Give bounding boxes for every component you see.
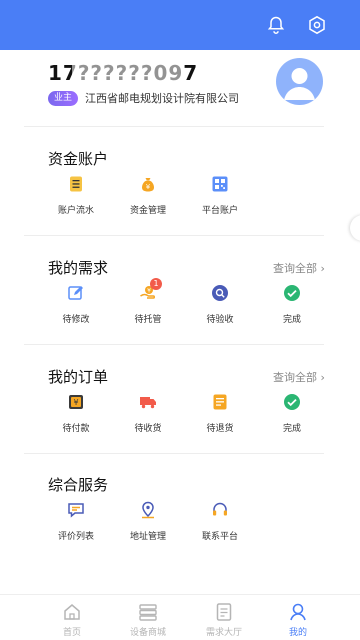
floating-edge-handle[interactable] <box>350 215 360 241</box>
role-badge: 业主 <box>48 91 79 106</box>
orders-item-label: 待退货 <box>206 424 234 434</box>
orders-item-label: 完成 <box>282 424 301 434</box>
tab-label: 需求大厅 <box>205 628 242 638</box>
section-title: 我的订单 <box>48 368 109 386</box>
document-icon <box>214 602 234 622</box>
qr-account-icon <box>211 175 229 193</box>
ledger-icon <box>67 175 85 193</box>
funds-item-label: 资金管理 <box>129 206 166 216</box>
needs-item-label: 待验收 <box>206 315 234 325</box>
location-icon <box>139 501 157 519</box>
needs-query-all-link[interactable]: 查询全部 › <box>273 260 325 276</box>
profile-header: 17??????097 业主 江西省邮电规划设计院有限公司 <box>0 50 360 122</box>
avatar[interactable] <box>276 58 323 105</box>
section-title: 综合服务 <box>48 476 109 494</box>
orders-item-pending-return[interactable]: 待退货 <box>184 393 256 443</box>
orders-item-label: 待付款 <box>62 424 90 434</box>
settings-icon[interactable] <box>305 13 329 37</box>
orders-item-done[interactable]: 完成 <box>256 393 328 443</box>
bell-icon[interactable] <box>264 13 288 37</box>
needs-item-label: 待托管 <box>134 315 162 325</box>
funds-grid: 账户流水 ¥ 资金管理 平台账户 <box>40 175 340 225</box>
section-title: 我的需求 <box>48 259 109 277</box>
return-doc-icon <box>211 393 229 411</box>
orders-item-pending-receive[interactable]: 待收货 <box>112 393 184 443</box>
tab-store[interactable]: 设备商城 <box>110 595 186 640</box>
edit-icon <box>67 284 85 302</box>
phone-mask <box>72 61 182 81</box>
funds-item-label: 平台账户 <box>201 206 238 216</box>
tab-label: 我的 <box>288 628 307 638</box>
needs-grid: 待修改 ¥ 1 待托管 待验收 完成 <box>40 278 340 334</box>
inspect-icon <box>211 284 229 302</box>
orders-item-label: 待收货 <box>134 424 162 434</box>
check-circle-icon <box>283 284 301 302</box>
needs-item-label: 待修改 <box>62 315 90 325</box>
divider <box>24 126 324 127</box>
tab-demand-hall[interactable]: 需求大厅 <box>186 595 262 640</box>
funds-item-label: 账户流水 <box>57 206 94 216</box>
services-grid: 评价列表 地址管理 联系平台 <box>40 501 340 551</box>
svg-text:¥: ¥ <box>73 398 78 407</box>
headset-icon <box>211 501 229 519</box>
divider <box>24 453 324 454</box>
orders-item-pending-pay[interactable]: ¥ 待付款 <box>40 393 112 443</box>
services-item-label: 评价列表 <box>57 532 94 542</box>
funds-item-ledger[interactable]: 账户流水 <box>40 175 112 225</box>
home-icon <box>62 602 82 622</box>
divider <box>24 235 324 236</box>
user-icon <box>288 602 308 622</box>
funds-item-money[interactable]: ¥ 资金管理 <box>112 175 184 225</box>
company-name: 江西省邮电规划设计院有限公司 <box>85 92 239 105</box>
tab-label: 设备商城 <box>129 628 166 638</box>
divider <box>24 344 324 345</box>
chevron-right-icon: › <box>320 371 325 384</box>
query-all-label: 查询全部 <box>273 371 317 384</box>
notification-badge: 1 <box>150 278 162 290</box>
services-item-reviews[interactable]: 评价列表 <box>40 501 112 551</box>
tab-home[interactable]: 首页 <box>34 595 110 640</box>
money-bag-icon: ¥ <box>139 175 157 193</box>
query-all-label: 查询全部 <box>273 262 317 275</box>
tab-label: 首页 <box>62 628 81 638</box>
comment-icon <box>67 501 85 519</box>
section-title: 资金账户 <box>48 150 109 168</box>
needs-item-pending-edit[interactable]: 待修改 <box>40 284 112 334</box>
top-bar <box>0 0 360 50</box>
services-item-label: 联系平台 <box>201 532 238 542</box>
truck-icon <box>139 393 157 411</box>
services-item-address[interactable]: 地址管理 <box>112 501 184 551</box>
needs-item-pending-inspect[interactable]: 待验收 <box>184 284 256 334</box>
svg-text:¥: ¥ <box>146 183 151 191</box>
store-icon <box>138 602 158 622</box>
orders-query-all-link[interactable]: 查询全部 › <box>273 369 325 385</box>
orders-grid: ¥ 待付款 待收货 待退货 完成 <box>40 393 340 443</box>
yen-wallet-icon: ¥ <box>67 393 85 411</box>
needs-item-done[interactable]: 完成 <box>256 284 328 334</box>
bottom-tab-bar: 首页 设备商城 需求大厅 我的 <box>0 594 360 640</box>
needs-item-escrow[interactable]: ¥ 1 待托管 <box>112 278 184 334</box>
check-circle-icon <box>283 393 301 411</box>
chevron-right-icon: › <box>320 262 325 275</box>
funds-item-platform[interactable]: 平台账户 <box>184 175 256 225</box>
svg-text:¥: ¥ <box>147 287 151 294</box>
services-item-label: 地址管理 <box>129 532 166 542</box>
services-item-contact[interactable]: 联系平台 <box>184 501 256 551</box>
needs-item-label: 完成 <box>282 315 301 325</box>
tab-mine[interactable]: 我的 <box>260 595 336 640</box>
